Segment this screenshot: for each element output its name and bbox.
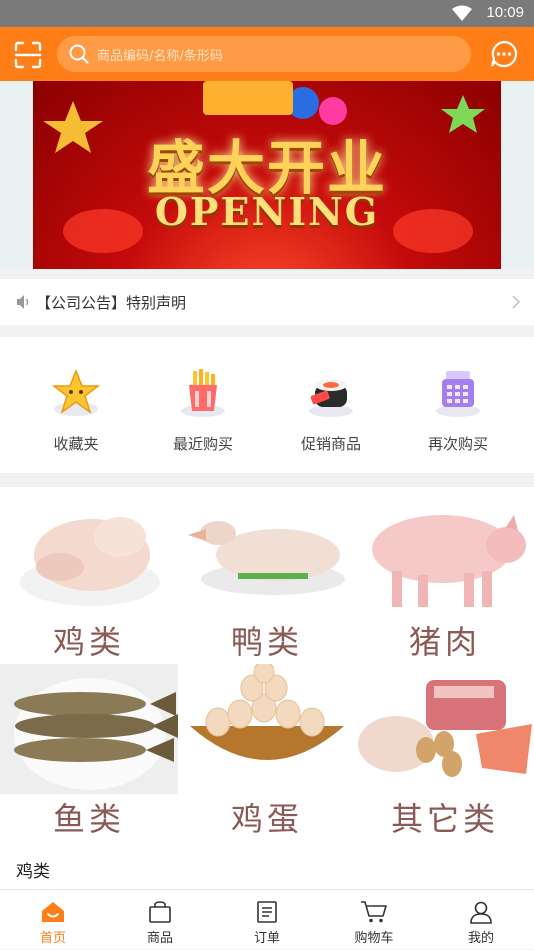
tab-orders[interactable]: 订单 [214,890,320,950]
sushi-sale-icon [309,379,353,417]
tab-label: 订单 [253,931,280,946]
quick-action-label: 再次购买 [427,435,488,453]
status-bar: 10:09 [0,0,534,27]
section-header: 鸡类 [0,841,534,889]
category-duck[interactable]: 鸭类 [178,487,356,664]
star-icon [51,368,101,416]
chicken-image [20,517,160,606]
home-icon [42,902,64,922]
fries-bag-icon [181,369,225,417]
tab-label: 首页 [39,931,66,946]
order-list-icon [257,901,277,923]
mixed-meat-image [358,680,532,777]
app-header: 商品编码/名称/条形码 [0,27,534,81]
chevron-right-icon [512,295,520,309]
category-chicken[interactable]: 鸡类 [0,487,178,664]
category-label: 其它类 [390,800,499,838]
announcement-text: 【公司公告】特别声明 [36,294,187,312]
user-icon [470,901,492,924]
wifi-icon [452,5,472,21]
cart-icon [361,901,387,923]
category-label: 鸡蛋 [230,800,303,838]
category-pork[interactable]: 猪肉 [356,487,534,664]
category-label: 鸭类 [230,623,303,661]
quick-action-label: 收藏夹 [53,435,99,453]
search-icon [69,44,89,64]
category-label: 猪肉 [408,623,481,661]
tab-label: 商品 [146,931,173,946]
quick-action-label: 最近购买 [172,435,233,453]
category-fish[interactable]: 鱼类 [0,664,178,841]
shopping-bag-icon [149,901,171,923]
scan-icon[interactable] [13,40,43,70]
pig-image [372,515,526,607]
quick-action-label: 促销商品 [300,435,361,453]
tab-label: 购物车 [354,931,394,946]
tab-products[interactable]: 商品 [107,890,213,950]
fish-image [0,664,178,794]
quick-action-rebuy[interactable]: 再次购买 [403,367,513,457]
category-grid: 鸡类 鸭类 猪肉 鱼类 鸡蛋 其它类 [0,487,534,841]
tab-home[interactable]: 首页 [0,890,106,950]
tab-profile[interactable]: 我的 [428,890,534,950]
category-label: 鸡类 [52,623,125,661]
cash-register-icon [436,371,480,417]
banner-subtitle: OPENING [154,189,380,234]
category-eggs[interactable]: 鸡蛋 [178,664,356,841]
status-time: 10:09 [486,4,524,21]
category-label: 鱼类 [52,800,125,838]
search-placeholder: 商品编码/名称/条形码 [97,49,223,64]
quick-actions: 收藏夹 最近购买 促销商品 再次购买 [0,337,534,473]
quick-action-promotions[interactable]: 促销商品 [276,367,386,457]
banner-carousel[interactable]: 盛大开业 OPENING [0,81,534,269]
tab-cart[interactable]: 购物车 [321,890,427,950]
quick-action-favorites[interactable]: 收藏夹 [21,367,131,457]
speaker-icon [17,295,29,309]
announcement-bar[interactable]: 【公司公告】特别声明 [0,279,534,325]
message-icon[interactable] [490,40,518,68]
search-input[interactable]: 商品编码/名称/条形码 [57,36,471,72]
section-title: 鸡类 [16,862,50,882]
quick-action-recent[interactable]: 最近购买 [148,367,258,457]
banner-image[interactable]: 盛大开业 OPENING [33,81,501,269]
eggs-basket-image [190,664,344,760]
category-others[interactable]: 其它类 [356,664,534,841]
tab-label: 我的 [467,931,494,946]
duck-image [188,521,345,595]
bottom-tab-bar: 首页 商品 订单 购物车 我的 [0,889,534,949]
